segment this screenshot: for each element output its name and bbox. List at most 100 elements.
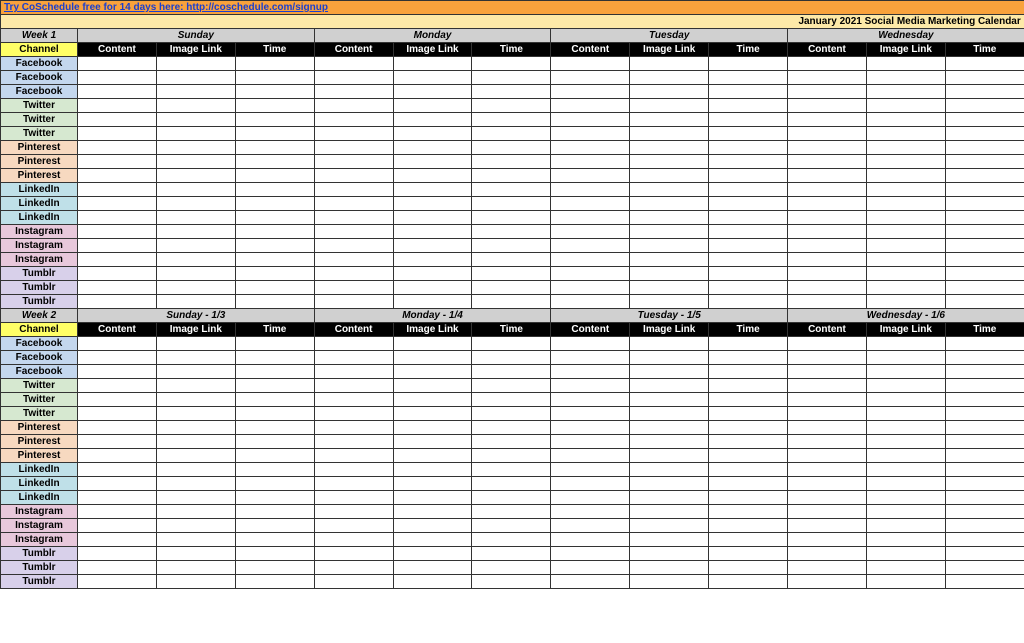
calendar-cell[interactable] xyxy=(78,169,157,183)
calendar-cell[interactable] xyxy=(630,449,709,463)
calendar-cell[interactable] xyxy=(314,421,393,435)
calendar-cell[interactable] xyxy=(866,155,945,169)
calendar-cell[interactable] xyxy=(945,449,1024,463)
calendar-cell[interactable] xyxy=(156,421,235,435)
calendar-cell[interactable] xyxy=(709,393,788,407)
calendar-cell[interactable] xyxy=(788,379,867,393)
calendar-cell[interactable] xyxy=(78,337,157,351)
calendar-cell[interactable] xyxy=(551,113,630,127)
calendar-cell[interactable] xyxy=(78,491,157,505)
calendar-cell[interactable] xyxy=(945,561,1024,575)
calendar-cell[interactable] xyxy=(630,113,709,127)
calendar-cell[interactable] xyxy=(788,267,867,281)
calendar-cell[interactable] xyxy=(156,365,235,379)
calendar-cell[interactable] xyxy=(866,505,945,519)
calendar-cell[interactable] xyxy=(551,575,630,589)
calendar-cell[interactable] xyxy=(630,267,709,281)
calendar-cell[interactable] xyxy=(314,253,393,267)
calendar-cell[interactable] xyxy=(709,141,788,155)
calendar-cell[interactable] xyxy=(314,239,393,253)
calendar-cell[interactable] xyxy=(630,71,709,85)
calendar-cell[interactable] xyxy=(472,505,551,519)
calendar-cell[interactable] xyxy=(78,421,157,435)
calendar-cell[interactable] xyxy=(235,71,314,85)
calendar-cell[interactable] xyxy=(156,561,235,575)
calendar-cell[interactable] xyxy=(709,281,788,295)
calendar-cell[interactable] xyxy=(393,463,472,477)
calendar-cell[interactable] xyxy=(472,337,551,351)
calendar-cell[interactable] xyxy=(551,141,630,155)
calendar-cell[interactable] xyxy=(945,225,1024,239)
calendar-cell[interactable] xyxy=(788,99,867,113)
calendar-cell[interactable] xyxy=(551,267,630,281)
calendar-cell[interactable] xyxy=(156,141,235,155)
calendar-cell[interactable] xyxy=(788,281,867,295)
calendar-cell[interactable] xyxy=(472,183,551,197)
calendar-cell[interactable] xyxy=(314,575,393,589)
calendar-cell[interactable] xyxy=(945,155,1024,169)
calendar-cell[interactable] xyxy=(551,533,630,547)
calendar-cell[interactable] xyxy=(945,575,1024,589)
calendar-cell[interactable] xyxy=(393,155,472,169)
calendar-cell[interactable] xyxy=(551,505,630,519)
calendar-cell[interactable] xyxy=(314,267,393,281)
calendar-cell[interactable] xyxy=(709,211,788,225)
calendar-cell[interactable] xyxy=(314,519,393,533)
calendar-cell[interactable] xyxy=(551,407,630,421)
calendar-cell[interactable] xyxy=(866,267,945,281)
calendar-cell[interactable] xyxy=(866,281,945,295)
calendar-cell[interactable] xyxy=(235,477,314,491)
calendar-cell[interactable] xyxy=(78,295,157,309)
calendar-cell[interactable] xyxy=(788,85,867,99)
calendar-cell[interactable] xyxy=(393,183,472,197)
promo-banner[interactable]: Try CoSchedule free for 14 days here: ht… xyxy=(1,1,1024,15)
calendar-cell[interactable] xyxy=(709,463,788,477)
calendar-cell[interactable] xyxy=(235,449,314,463)
calendar-cell[interactable] xyxy=(472,225,551,239)
calendar-cell[interactable] xyxy=(709,533,788,547)
calendar-cell[interactable] xyxy=(709,71,788,85)
calendar-cell[interactable] xyxy=(78,547,157,561)
calendar-cell[interactable] xyxy=(866,239,945,253)
calendar-cell[interactable] xyxy=(630,351,709,365)
calendar-cell[interactable] xyxy=(630,225,709,239)
calendar-cell[interactable] xyxy=(709,519,788,533)
calendar-cell[interactable] xyxy=(472,197,551,211)
calendar-cell[interactable] xyxy=(551,85,630,99)
calendar-cell[interactable] xyxy=(945,57,1024,71)
calendar-cell[interactable] xyxy=(788,351,867,365)
calendar-cell[interactable] xyxy=(945,351,1024,365)
calendar-cell[interactable] xyxy=(472,211,551,225)
calendar-cell[interactable] xyxy=(788,449,867,463)
calendar-cell[interactable] xyxy=(393,99,472,113)
calendar-cell[interactable] xyxy=(314,155,393,169)
calendar-cell[interactable] xyxy=(630,99,709,113)
calendar-cell[interactable] xyxy=(472,295,551,309)
calendar-cell[interactable] xyxy=(393,393,472,407)
calendar-cell[interactable] xyxy=(788,533,867,547)
calendar-cell[interactable] xyxy=(630,295,709,309)
calendar-cell[interactable] xyxy=(788,127,867,141)
calendar-cell[interactable] xyxy=(551,519,630,533)
calendar-cell[interactable] xyxy=(156,71,235,85)
calendar-cell[interactable] xyxy=(314,491,393,505)
calendar-cell[interactable] xyxy=(472,239,551,253)
calendar-cell[interactable] xyxy=(472,155,551,169)
calendar-cell[interactable] xyxy=(156,295,235,309)
calendar-cell[interactable] xyxy=(78,379,157,393)
calendar-cell[interactable] xyxy=(866,295,945,309)
calendar-cell[interactable] xyxy=(551,155,630,169)
calendar-cell[interactable] xyxy=(709,113,788,127)
calendar-cell[interactable] xyxy=(235,169,314,183)
calendar-cell[interactable] xyxy=(156,169,235,183)
calendar-cell[interactable] xyxy=(788,407,867,421)
calendar-cell[interactable] xyxy=(235,113,314,127)
calendar-cell[interactable] xyxy=(78,463,157,477)
calendar-cell[interactable] xyxy=(866,491,945,505)
calendar-cell[interactable] xyxy=(156,547,235,561)
calendar-cell[interactable] xyxy=(156,225,235,239)
calendar-cell[interactable] xyxy=(709,491,788,505)
calendar-cell[interactable] xyxy=(235,239,314,253)
calendar-cell[interactable] xyxy=(314,547,393,561)
calendar-cell[interactable] xyxy=(866,561,945,575)
